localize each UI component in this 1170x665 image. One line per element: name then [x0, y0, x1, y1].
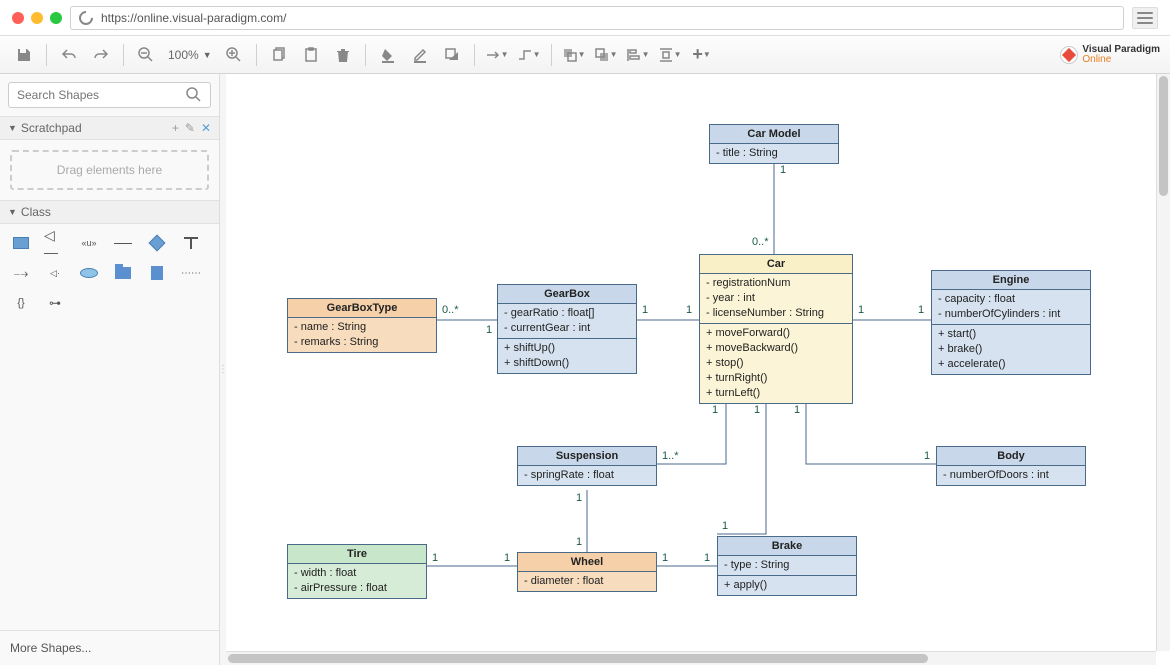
dependency-shape[interactable]: ⤍ — [10, 264, 32, 282]
scrollbar-thumb[interactable] — [1159, 76, 1168, 196]
chevron-down-icon: ▼ — [8, 207, 17, 217]
browser-bar: https://online.visual-paradigm.com/ — [0, 0, 1170, 36]
mult-label: 1 — [924, 450, 930, 462]
chevron-down-icon: ▼ — [8, 123, 17, 133]
menu-button[interactable] — [1132, 7, 1158, 29]
class-gearbox[interactable]: GearBox - gearRatio : float[] - currentG… — [497, 284, 637, 374]
window-controls — [12, 12, 62, 24]
paste-button[interactable] — [297, 41, 325, 69]
horizontal-scrollbar[interactable] — [226, 651, 1156, 665]
mult-label: 1 — [504, 552, 510, 564]
generalization-shape[interactable]: ◁— — [44, 234, 66, 252]
mult-label: 1 — [722, 520, 728, 532]
mult-label: 0..* — [752, 236, 769, 248]
model-shape[interactable] — [146, 264, 168, 282]
interface-shape[interactable] — [146, 234, 168, 252]
mult-label: 0..* — [442, 304, 459, 316]
dashed-line-shape[interactable]: ⋯⋯ — [180, 264, 202, 282]
close-window-icon[interactable] — [12, 12, 24, 24]
to-front-button[interactable]: ▼ — [560, 41, 588, 69]
mult-label: 1 — [780, 164, 786, 176]
constraint-shape[interactable]: {} — [10, 294, 32, 312]
mult-label: 1..* — [662, 450, 679, 462]
redo-button[interactable] — [87, 41, 115, 69]
mult-label: 1 — [686, 304, 692, 316]
component-shape[interactable] — [78, 264, 100, 282]
search-icon — [186, 87, 202, 103]
mult-label: 1 — [642, 304, 648, 316]
maximize-window-icon[interactable] — [50, 12, 62, 24]
mult-label: 1 — [432, 552, 438, 564]
class-car[interactable]: Car - registrationNum - year : int - lic… — [699, 254, 853, 404]
main-area: ▼ Scratchpad + ✎ ✕ Drag elements here ▼ … — [0, 74, 1170, 665]
brand-logo[interactable]: Visual ParadigmOnline — [1060, 45, 1160, 65]
lollipop-shape[interactable]: ⊶ — [44, 294, 66, 312]
copy-button[interactable] — [265, 41, 293, 69]
mult-label: 1 — [576, 536, 582, 548]
search-input[interactable] — [17, 88, 157, 102]
shadow-button[interactable] — [438, 41, 466, 69]
line-color-button[interactable] — [406, 41, 434, 69]
undo-button[interactable] — [55, 41, 83, 69]
vp-logo-icon — [1060, 46, 1078, 64]
scratchpad-dropzone[interactable]: Drag elements here — [10, 150, 209, 190]
reload-icon[interactable] — [76, 8, 96, 28]
class-shape[interactable] — [10, 234, 32, 252]
connector-style-button[interactable]: ▼ — [483, 41, 511, 69]
class-car-model[interactable]: Car Model - title : String — [709, 124, 839, 164]
scrollbar-thumb[interactable] — [228, 654, 928, 663]
delete-button[interactable] — [329, 41, 357, 69]
mult-label: 1 — [918, 304, 924, 316]
fill-color-button[interactable] — [374, 41, 402, 69]
canvas[interactable]: 1 0..* 0..* 1 1 1 1 1 1 1 1 1..* 1 1 1 1… — [226, 74, 1170, 665]
mult-label: 1 — [754, 404, 760, 416]
edit-scratch-icon[interactable]: ✎ — [185, 121, 195, 135]
class-gearboxtype[interactable]: GearBoxType - name : String - remarks : … — [287, 298, 437, 353]
mult-label: 1 — [704, 552, 710, 564]
zoom-in-button[interactable] — [220, 41, 248, 69]
class-panel-header[interactable]: ▼ Class — [0, 200, 219, 224]
mult-label: 1 — [662, 552, 668, 564]
align-button[interactable]: ▼ — [624, 41, 652, 69]
close-scratch-icon[interactable]: ✕ — [201, 121, 211, 135]
mult-label: 1 — [712, 404, 718, 416]
add-button[interactable]: +▼ — [688, 41, 716, 69]
package-shape[interactable] — [112, 264, 134, 282]
zoom-out-button[interactable] — [132, 41, 160, 69]
usage-shape[interactable]: «u» — [78, 234, 100, 252]
association-shape[interactable] — [112, 234, 134, 252]
realization-shape[interactable]: ◁· — [44, 264, 66, 282]
distribute-button[interactable]: ▼ — [656, 41, 684, 69]
class-wheel[interactable]: Wheel - diameter : float — [517, 552, 657, 592]
class-brake[interactable]: Brake - type : String + apply() — [717, 536, 857, 596]
note-shape[interactable] — [180, 234, 202, 252]
url-text: https://online.visual-paradigm.com/ — [101, 11, 286, 25]
mult-label: 1 — [576, 492, 582, 504]
toolbar: 100%▼ ▼ ▼ ▼ ▼ ▼ ▼ +▼ Visual ParadigmOnli… — [0, 36, 1170, 74]
scratchpad-header[interactable]: ▼ Scratchpad + ✎ ✕ — [0, 116, 219, 140]
class-engine[interactable]: Engine - capacity : float - numberOfCyli… — [931, 270, 1091, 375]
more-shapes-link[interactable]: More Shapes... — [0, 630, 219, 665]
waypoint-button[interactable]: ▼ — [515, 41, 543, 69]
zoom-level[interactable]: 100%▼ — [164, 48, 216, 62]
to-back-button[interactable]: ▼ — [592, 41, 620, 69]
mult-label: 1 — [858, 304, 864, 316]
minimize-window-icon[interactable] — [31, 12, 43, 24]
class-tire[interactable]: Tire - width : float - airPressure : flo… — [287, 544, 427, 599]
mult-label: 1 — [486, 324, 492, 336]
url-bar[interactable]: https://online.visual-paradigm.com/ — [70, 6, 1124, 30]
sidebar: ▼ Scratchpad + ✎ ✕ Drag elements here ▼ … — [0, 74, 220, 665]
add-scratch-icon[interactable]: + — [172, 121, 179, 135]
vertical-scrollbar[interactable] — [1156, 74, 1170, 651]
mult-label: 1 — [794, 404, 800, 416]
save-button[interactable] — [10, 41, 38, 69]
shape-palette: ◁— «u» ⤍ ◁· ⋯⋯ {} ⊶ — [0, 224, 219, 322]
class-suspension[interactable]: Suspension - springRate : float — [517, 446, 657, 486]
class-body[interactable]: Body - numberOfDoors : int — [936, 446, 1086, 486]
search-shapes[interactable] — [8, 82, 211, 108]
